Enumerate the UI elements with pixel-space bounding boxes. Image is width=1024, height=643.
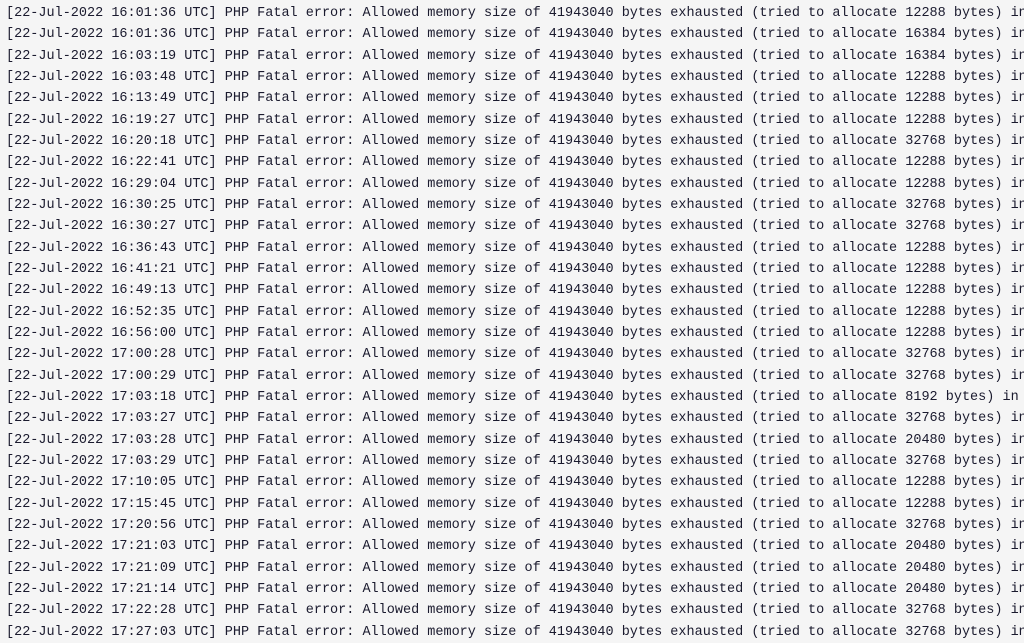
log-line: [22-Jul-2022 16:36:43 UTC] PHP Fatal err…: [6, 238, 1018, 259]
log-line: [22-Jul-2022 16:29:04 UTC] PHP Fatal err…: [6, 174, 1018, 195]
log-line: [22-Jul-2022 16:01:36 UTC] PHP Fatal err…: [6, 3, 1018, 24]
log-line: [22-Jul-2022 17:03:27 UTC] PHP Fatal err…: [6, 408, 1018, 429]
log-line: [22-Jul-2022 16:03:19 UTC] PHP Fatal err…: [6, 46, 1018, 67]
log-line: [22-Jul-2022 16:20:18 UTC] PHP Fatal err…: [6, 131, 1018, 152]
log-line: [22-Jul-2022 16:56:00 UTC] PHP Fatal err…: [6, 323, 1018, 344]
log-line: [22-Jul-2022 17:22:28 UTC] PHP Fatal err…: [6, 600, 1018, 621]
log-line: [22-Jul-2022 17:21:03 UTC] PHP Fatal err…: [6, 536, 1018, 557]
log-line: [22-Jul-2022 16:30:27 UTC] PHP Fatal err…: [6, 216, 1018, 237]
log-line: [22-Jul-2022 17:03:29 UTC] PHP Fatal err…: [6, 451, 1018, 472]
log-line: [22-Jul-2022 17:03:28 UTC] PHP Fatal err…: [6, 430, 1018, 451]
log-line: [22-Jul-2022 16:19:27 UTC] PHP Fatal err…: [6, 110, 1018, 131]
log-line: [22-Jul-2022 17:15:45 UTC] PHP Fatal err…: [6, 494, 1018, 515]
log-line: [22-Jul-2022 17:20:56 UTC] PHP Fatal err…: [6, 515, 1018, 536]
log-line: [22-Jul-2022 17:03:18 UTC] PHP Fatal err…: [6, 387, 1018, 408]
log-line: [22-Jul-2022 16:52:35 UTC] PHP Fatal err…: [6, 302, 1018, 323]
log-line: [22-Jul-2022 17:00:29 UTC] PHP Fatal err…: [6, 366, 1018, 387]
log-line: [22-Jul-2022 16:41:21 UTC] PHP Fatal err…: [6, 259, 1018, 280]
log-line: [22-Jul-2022 17:27:03 UTC] PHP Fatal err…: [6, 622, 1018, 643]
log-output: [22-Jul-2022 16:01:36 UTC] PHP Fatal err…: [6, 3, 1018, 643]
log-line: [22-Jul-2022 16:13:49 UTC] PHP Fatal err…: [6, 88, 1018, 109]
log-line: [22-Jul-2022 16:30:25 UTC] PHP Fatal err…: [6, 195, 1018, 216]
log-line: [22-Jul-2022 16:49:13 UTC] PHP Fatal err…: [6, 280, 1018, 301]
log-line: [22-Jul-2022 16:22:41 UTC] PHP Fatal err…: [6, 152, 1018, 173]
log-line: [22-Jul-2022 16:01:36 UTC] PHP Fatal err…: [6, 24, 1018, 45]
log-line: [22-Jul-2022 16:03:48 UTC] PHP Fatal err…: [6, 67, 1018, 88]
log-line: [22-Jul-2022 17:00:28 UTC] PHP Fatal err…: [6, 344, 1018, 365]
log-line: [22-Jul-2022 17:10:05 UTC] PHP Fatal err…: [6, 472, 1018, 493]
log-line: [22-Jul-2022 17:21:09 UTC] PHP Fatal err…: [6, 558, 1018, 579]
log-line: [22-Jul-2022 17:21:14 UTC] PHP Fatal err…: [6, 579, 1018, 600]
